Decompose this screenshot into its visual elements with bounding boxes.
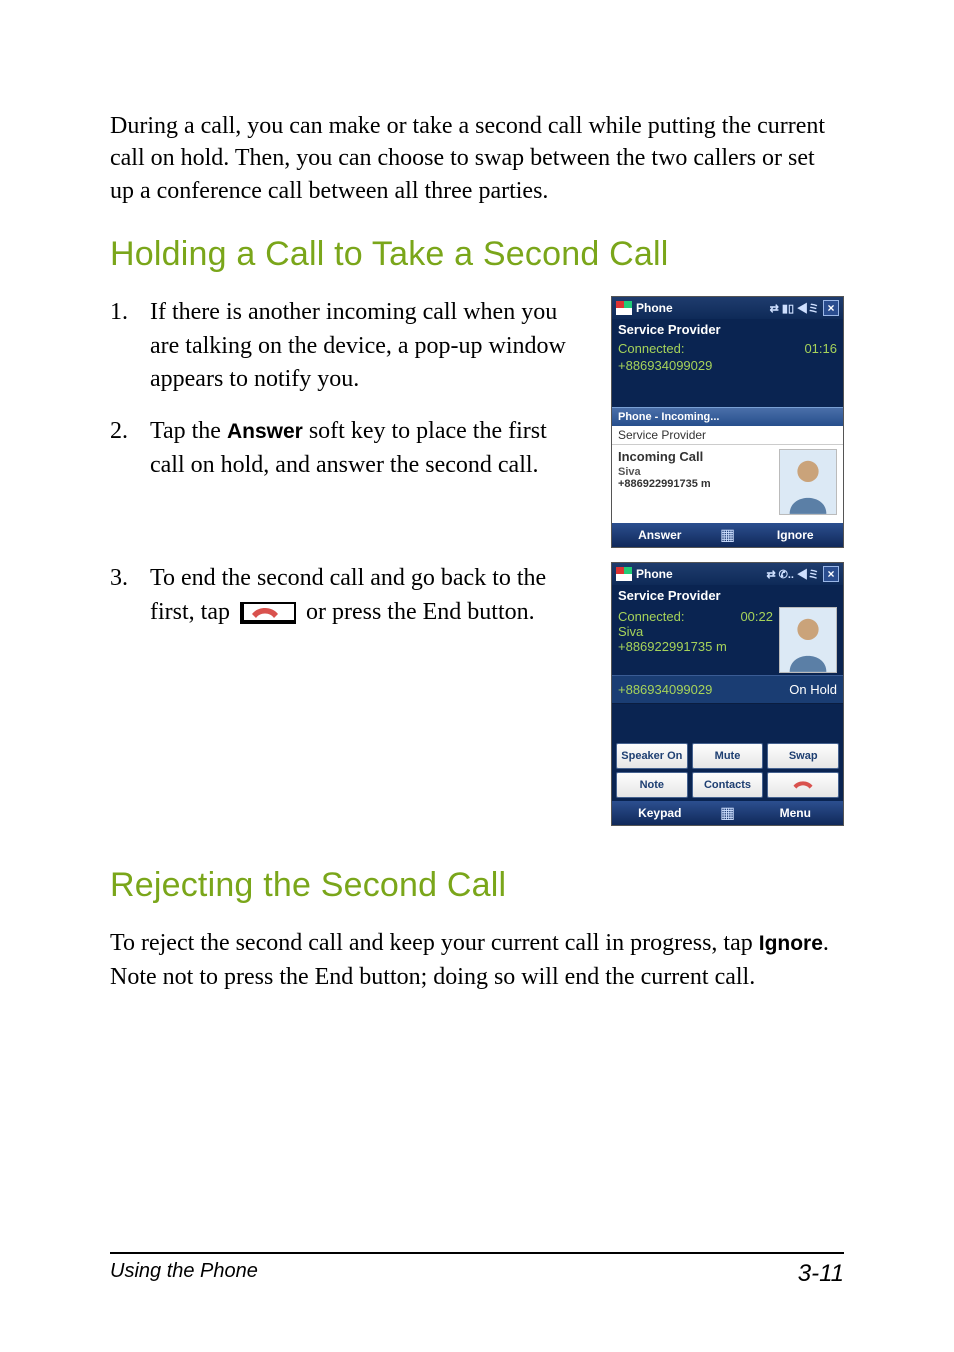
step-text: Tap the Answer soft key to place the fir… — [150, 415, 587, 482]
sip-icon[interactable]: ▦ — [708, 525, 748, 545]
step-number: 1. — [110, 296, 150, 397]
connected-number: +886934099029 — [618, 358, 712, 373]
hold-label: On Hold — [789, 682, 837, 697]
speaker-icon: ◀ミ — [797, 566, 819, 582]
ignore-label: Ignore — [759, 932, 823, 955]
start-flag-icon — [616, 567, 632, 581]
window-title: Phone — [636, 567, 673, 581]
steps-list-a: 1. If there is another incoming call whe… — [110, 296, 587, 482]
list-item: 1. If there is another incoming call whe… — [110, 296, 587, 397]
reject-pre: To reject the second call and keep your … — [110, 930, 759, 956]
step-text: If there is another incoming call when y… — [150, 296, 587, 397]
menu-softkey[interactable]: Menu — [748, 806, 844, 820]
footer-page-number: 3-11 — [798, 1260, 844, 1288]
list-item: 3. To end the second call and go back to… — [110, 562, 587, 629]
speaker-icon: ◀ミ — [797, 300, 819, 316]
connectivity-icon: ⇄ — [766, 568, 775, 581]
heading-holding-call: Holding a Call to Take a Second Call — [110, 235, 844, 274]
window-title: Phone — [636, 301, 673, 315]
step-text: To end the second call and go back to th… — [150, 562, 587, 629]
answer-softkey[interactable]: Answer — [612, 528, 708, 542]
speaker-on-button[interactable]: Speaker On — [616, 743, 688, 769]
ignore-softkey[interactable]: Ignore — [748, 528, 844, 542]
swap-button[interactable]: Swap — [767, 743, 839, 769]
close-icon[interactable]: × — [823, 300, 839, 316]
elapsed-time: 00:22 — [740, 609, 773, 624]
page-footer: Using the Phone 3-11 — [110, 1252, 844, 1288]
answer-softkey-label: Answer — [227, 420, 303, 443]
note-button[interactable]: Note — [616, 772, 688, 798]
phone-status-icon: ✆.. — [779, 568, 794, 581]
step-post: or press the End button. — [306, 599, 535, 625]
step-pre: Tap the — [150, 418, 227, 444]
steps-list-b: 3. To end the second call and go back to… — [110, 562, 587, 629]
start-flag-icon — [616, 301, 632, 315]
hold-number: +886934099029 — [618, 682, 712, 697]
elapsed-time: 01:16 — [804, 341, 837, 356]
caller-avatar — [779, 607, 837, 673]
reject-paragraph: To reject the second call and keep your … — [110, 927, 844, 994]
window-titlebar: Phone ⇄ ▮▯ ◀ミ × — [612, 297, 843, 319]
step-number: 2. — [110, 415, 150, 482]
intro-paragraph: During a call, you can make or take a se… — [110, 110, 844, 207]
connected-label: Connected: — [618, 609, 685, 624]
end-call-button-icon — [240, 602, 296, 624]
sip-icon[interactable]: ▦ — [708, 803, 748, 823]
heading-rejecting-call: Rejecting the Second Call — [110, 866, 844, 905]
incoming-popup-title: Phone - Incoming... — [612, 407, 843, 426]
service-provider-label: Service Provider — [612, 319, 843, 339]
list-item: 2. Tap the Answer soft key to place the … — [110, 415, 587, 482]
signal-icon: ▮▯ — [782, 302, 794, 315]
step-number: 3. — [110, 562, 150, 629]
close-icon[interactable]: × — [823, 566, 839, 582]
footer-section-title: Using the Phone — [110, 1260, 258, 1288]
mute-button[interactable]: Mute — [692, 743, 764, 769]
phone-screenshot-active: Phone ⇄ ✆.. ◀ミ × Service Provider Connec… — [611, 562, 844, 826]
popup-provider: Service Provider — [612, 426, 843, 445]
keypad-softkey[interactable]: Keypad — [612, 806, 708, 820]
caller-avatar — [779, 449, 837, 515]
connectivity-icon: ⇄ — [770, 302, 779, 315]
service-provider-label: Service Provider — [612, 585, 843, 605]
contacts-button[interactable]: Contacts — [692, 772, 764, 798]
phone-screenshot-incoming: Phone ⇄ ▮▯ ◀ミ × Service Provider Connect… — [611, 296, 844, 548]
connected-label: Connected: — [618, 341, 685, 356]
window-titlebar: Phone ⇄ ✆.. ◀ミ × — [612, 563, 843, 585]
end-call-button[interactable] — [767, 772, 839, 798]
